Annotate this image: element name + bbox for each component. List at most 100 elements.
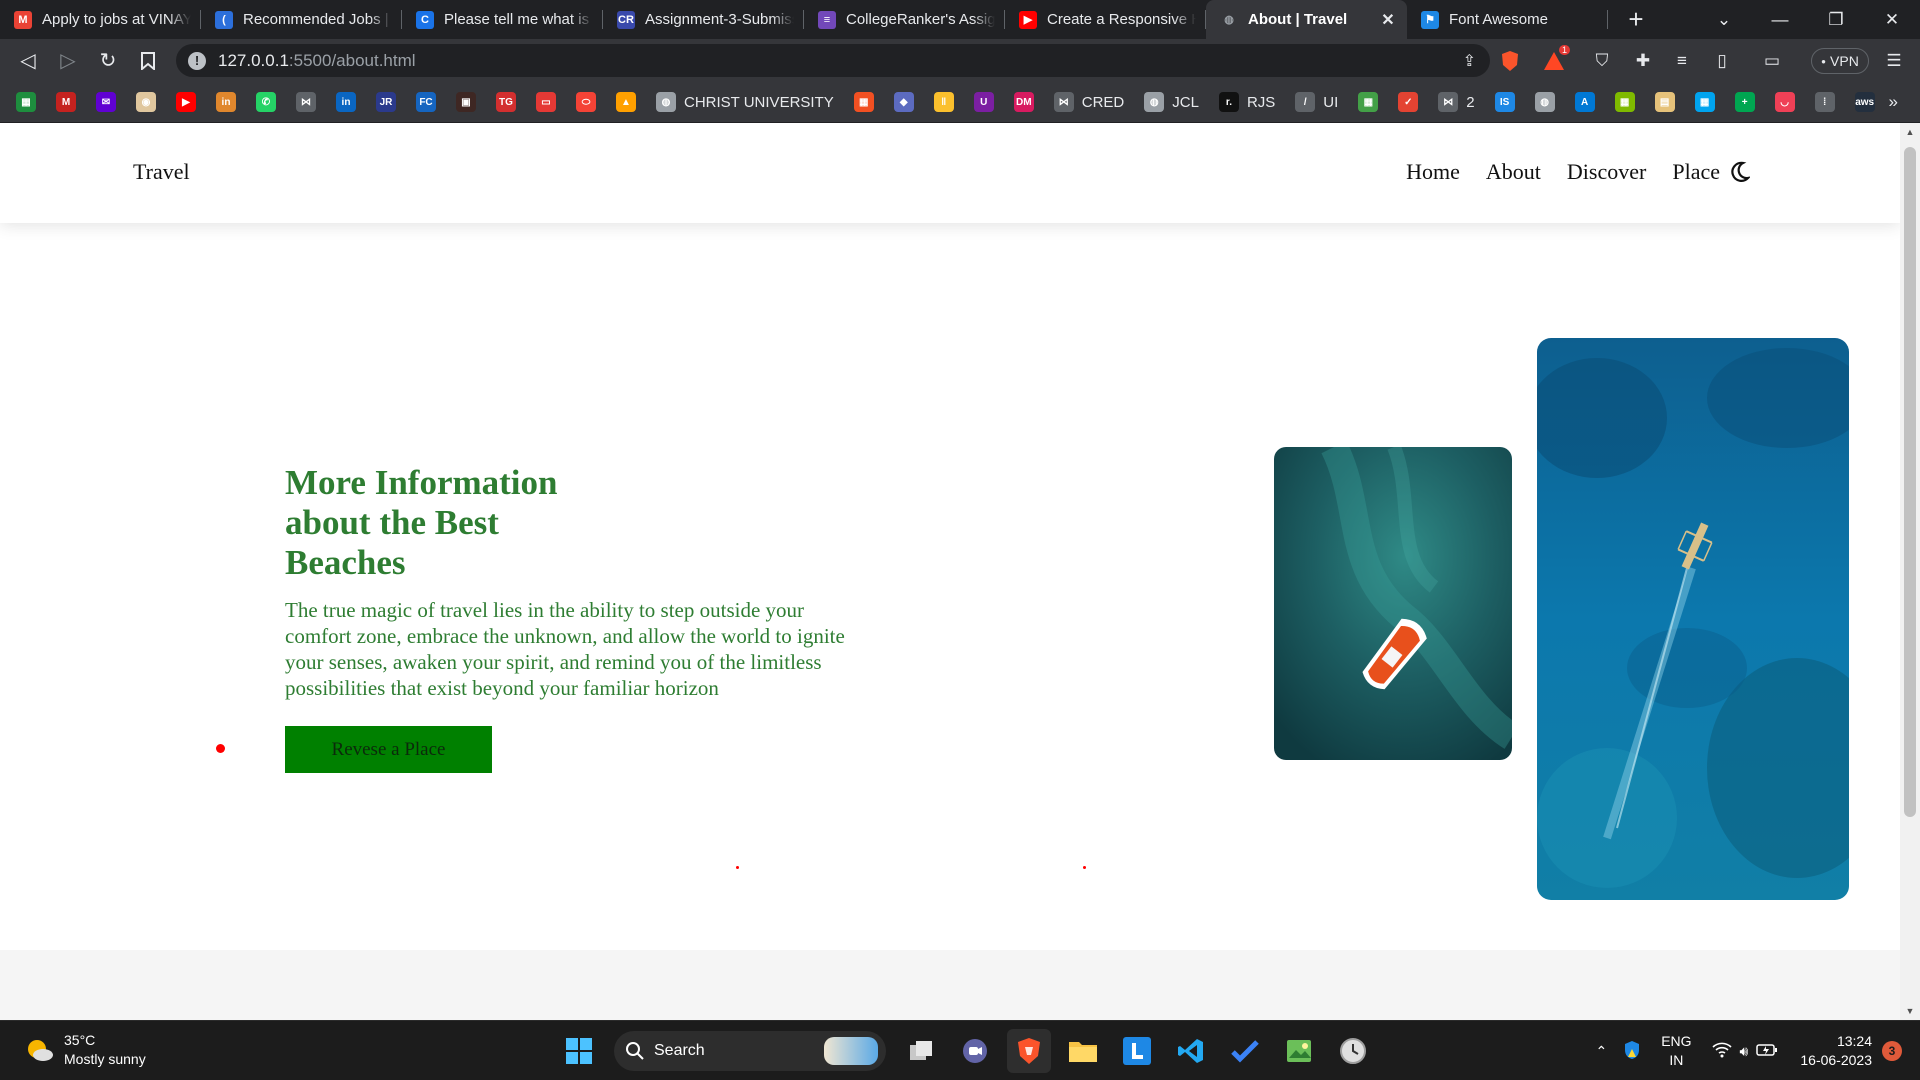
wifi-icon[interactable] [1711, 1042, 1732, 1061]
bookmark-item[interactable]: ▣ [456, 92, 476, 112]
sidebar-icon[interactable]: ▯ [1710, 49, 1734, 73]
todo-check-icon[interactable] [1223, 1029, 1267, 1073]
bookmark-item[interactable]: ⋈ 2 [1438, 92, 1475, 112]
bookmark-item[interactable]: ▦ [1358, 92, 1379, 112]
brave-shield-icon[interactable] [1498, 49, 1522, 73]
vpn-button[interactable]: ● VPN [1811, 48, 1869, 74]
minimize-button[interactable]: — [1752, 0, 1808, 39]
bookmark-item[interactable]: U [973, 92, 994, 112]
bookmark-item[interactable]: ▦ [16, 92, 36, 112]
bookmark-item[interactable]: ◉ [136, 92, 156, 112]
menu-icon[interactable]: ☰ [1882, 49, 1906, 73]
bookmark-item[interactable]: in [216, 92, 236, 112]
nav-place[interactable]: Place [1672, 159, 1720, 185]
site-logo[interactable]: Travel [133, 159, 190, 185]
close-window-button[interactable]: ✕ [1864, 0, 1920, 39]
bookmark-item[interactable]: ▦ [1694, 92, 1715, 112]
bookmark-item[interactable]: ◆ [893, 92, 914, 112]
bookmark-item[interactable]: ▦ [1614, 92, 1635, 112]
bookmark-item[interactable]: JR [376, 92, 396, 112]
nav-home[interactable]: Home [1406, 159, 1460, 185]
bookmark-item[interactable]: + [1734, 92, 1755, 112]
browser-tab[interactable]: ≡ CollegeRanker's Assign [804, 0, 1005, 39]
address-bar[interactable]: ! 127.0.0.1:5500/about.html ⇪ [176, 44, 1490, 77]
bookmark-item[interactable]: ▶ [176, 92, 196, 112]
bookmark-item[interactable]: ◍ [1534, 92, 1555, 112]
bookmark-item[interactable]: ⬭ [576, 92, 596, 112]
task-view-icon[interactable] [899, 1029, 943, 1073]
bookmark-item[interactable]: ‖ [933, 92, 954, 112]
reload-button[interactable]: ↻ [88, 39, 128, 82]
theme-toggle-moon-icon[interactable] [1730, 161, 1752, 183]
chevron-up-icon[interactable]: ⌃ [1595, 1043, 1607, 1060]
windows-start-icon[interactable] [557, 1029, 601, 1073]
nav-about[interactable]: About [1486, 159, 1541, 185]
maximize-button[interactable]: ❐ [1808, 0, 1864, 39]
reserve-place-button[interactable]: Revese a Place [285, 726, 492, 773]
bookmark-item[interactable]: A [1574, 92, 1595, 112]
browser-tab[interactable]: CR Assignment-3-Submiss [603, 0, 804, 39]
notification-badge[interactable]: 3 [1882, 1041, 1902, 1061]
teams-chat-icon[interactable] [953, 1029, 997, 1073]
bookmark-item[interactable]: ◡ [1774, 92, 1795, 112]
brave-browser-icon[interactable] [1007, 1029, 1051, 1073]
playlist-icon[interactable]: ≡ [1670, 49, 1694, 73]
browser-tab[interactable]: M Apply to jobs at VINAY [0, 0, 201, 39]
bookmark-item[interactable]: in [336, 92, 356, 112]
brave-rewards-icon[interactable]: 1 [1542, 45, 1570, 73]
bookmark-item[interactable]: ◍ CHRIST UNIVERSITY [656, 92, 834, 112]
bookmark-item[interactable]: r. RJS [1218, 92, 1275, 112]
vscode-icon[interactable] [1169, 1029, 1213, 1073]
nav-discover[interactable]: Discover [1567, 159, 1646, 185]
bookmark-icon[interactable] [128, 39, 168, 82]
input-language[interactable]: ENG IN [1661, 1032, 1691, 1070]
bookmark-item[interactable]: ▲ [616, 92, 636, 112]
bookmark-item[interactable]: ▦ [853, 92, 874, 112]
scroll-down-icon[interactable]: ▼ [1900, 1006, 1920, 1016]
forward-button[interactable]: ▷ [48, 39, 88, 82]
app-l-icon[interactable] [1115, 1029, 1159, 1073]
bookmark-item[interactable]: ⋈ CRED [1053, 92, 1124, 112]
bookmark-item[interactable]: aws [1854, 92, 1875, 112]
bookmark-item[interactable]: ⁞ [1814, 92, 1835, 112]
bookmark-item[interactable]: ✉ [96, 92, 116, 112]
file-explorer-icon[interactable] [1061, 1029, 1105, 1073]
tab-search-icon[interactable]: ⌄ [1696, 0, 1752, 39]
bookmark-item[interactable]: ⋈ [296, 92, 316, 112]
extensions-puzzle-icon[interactable]: ✚ [1631, 49, 1655, 73]
bookmark-item[interactable]: ◍ JCL [1144, 92, 1199, 112]
bookmark-item[interactable]: M [56, 92, 76, 112]
taskbar-search[interactable]: Search [614, 1031, 886, 1071]
back-button[interactable]: ◁ [8, 39, 48, 82]
bookmark-item[interactable]: ▤ [1654, 92, 1675, 112]
browser-tab[interactable]: ◍ About | Travel ✕ [1206, 0, 1407, 39]
volume-icon[interactable]: 🔊︎ [1740, 1043, 1749, 1060]
browser-tab[interactable]: ▶ Create a Responsive Ho [1005, 0, 1206, 39]
bookmark-item[interactable]: IS [1494, 92, 1515, 112]
bookmark-item[interactable]: FC [416, 92, 436, 112]
bookmark-item[interactable]: DM [1013, 92, 1034, 112]
bookmark-item[interactable]: ▭ [536, 92, 556, 112]
battery-icon[interactable] [1756, 1043, 1778, 1060]
scroll-up-icon[interactable]: ▲ [1900, 127, 1920, 137]
new-tab-button[interactable]: + [1616, 0, 1656, 39]
wallet-icon[interactable]: ▭ [1760, 49, 1784, 73]
share-icon[interactable]: ⇪ [1463, 51, 1476, 71]
browser-tab[interactable]: (Recommended Jobs | N [201, 0, 402, 39]
image-viewer-icon[interactable] [1277, 1029, 1321, 1073]
browser-tab[interactable]: ⚑ Font Awesome [1407, 0, 1608, 39]
bookmark-item[interactable]: ✓ [1398, 92, 1419, 112]
privacy-shield-icon[interactable]: ⛉ [1590, 49, 1614, 73]
browser-tab[interactable]: C Please tell me what is th [402, 0, 603, 39]
page-scrollbar[interactable]: ▲ ▼ [1900, 123, 1920, 1020]
close-tab-icon[interactable]: ✕ [1379, 10, 1397, 30]
bookmark-item[interactable]: ✆ [256, 92, 276, 112]
clock-app-icon[interactable] [1331, 1029, 1375, 1073]
bookmark-item[interactable]: / UI [1295, 92, 1338, 112]
site-info-icon[interactable]: ! [188, 51, 206, 70]
system-clock[interactable]: 13:24 16-06-2023 [1800, 1032, 1872, 1070]
scrollbar-thumb[interactable] [1904, 147, 1916, 817]
bookmark-item[interactable]: TG [496, 92, 516, 112]
security-shield-icon[interactable] [1623, 1040, 1641, 1063]
weather-widget[interactable]: 35°C Mostly sunny [24, 1031, 146, 1069]
